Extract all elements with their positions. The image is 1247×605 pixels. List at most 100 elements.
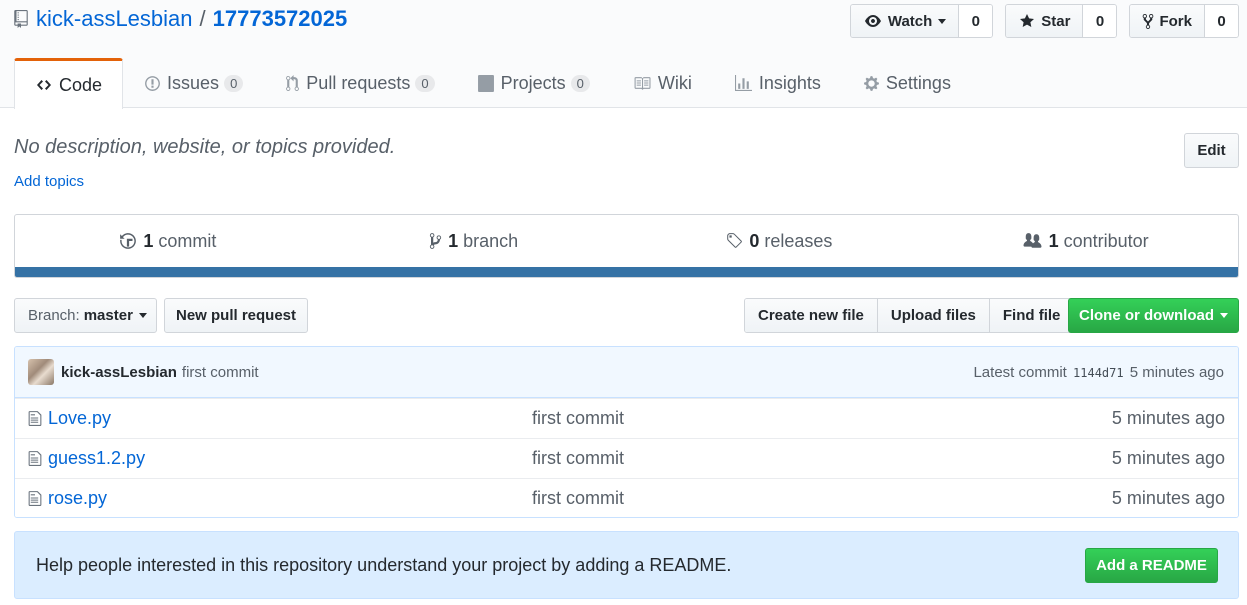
tab-settings[interactable]: Settings	[842, 58, 972, 108]
repo-actions: Watch 0 Star 0 Fork 0	[849, 4, 1239, 38]
clone-or-download-button[interactable]: Clone or download	[1068, 298, 1239, 333]
repo-name-link[interactable]: 17773572025	[213, 6, 348, 32]
book-icon	[634, 77, 651, 90]
watch-button-group: Watch 0	[849, 4, 994, 38]
project-icon	[477, 75, 494, 92]
file-row: guess1.2.py first commit 5 minutes ago	[15, 438, 1238, 478]
file-table: kick-assLesbian first commit Latest comm…	[14, 346, 1239, 518]
latest-commit-info: Latest commit 1144d71 5 minutes ago	[973, 364, 1224, 381]
pull-request-icon	[286, 75, 300, 91]
tab-label: Pull requests	[306, 73, 411, 93]
people-icon	[1023, 233, 1042, 248]
file-age: 5 minutes ago	[1111, 408, 1225, 428]
tab-label: Code	[59, 74, 103, 95]
code-icon	[37, 80, 51, 90]
branch-select-button[interactable]: Branch: master	[14, 298, 157, 333]
tab-label: Projects	[500, 73, 566, 93]
file-age: 5 minutes ago	[1111, 488, 1225, 508]
star-button-group: Star 0	[1005, 4, 1118, 38]
branch-icon	[429, 233, 442, 249]
star-count[interactable]: 0	[1082, 5, 1117, 37]
star-button[interactable]: Star	[1006, 5, 1083, 37]
branches-link[interactable]: 1 branch	[321, 215, 627, 267]
branch-select-name: master	[83, 307, 133, 324]
latest-commit-bar: kick-assLesbian first commit Latest comm…	[15, 347, 1238, 398]
repo-owner-link[interactable]: kick-assLesbian	[36, 6, 193, 32]
file-commit-message-link[interactable]: first commit	[532, 448, 624, 469]
issue-icon	[145, 76, 160, 91]
commit-sha-link[interactable]: 1144d71	[1073, 366, 1124, 380]
file-commit-message-link[interactable]: first commit	[532, 488, 624, 509]
watch-count[interactable]: 0	[958, 5, 993, 37]
history-icon	[120, 233, 137, 249]
new-pull-request-button[interactable]: New pull request	[164, 298, 308, 333]
chevron-down-icon	[138, 313, 147, 318]
eye-icon	[864, 15, 881, 27]
branch-select-label: Branch:	[28, 307, 80, 324]
file-name-link[interactable]: rose.py	[48, 488, 532, 509]
commits-count: 1	[143, 230, 154, 251]
repo-path-separator: /	[199, 6, 206, 31]
file-name-link[interactable]: guess1.2.py	[48, 448, 532, 469]
star-label: Star	[1041, 12, 1071, 30]
tab-wiki[interactable]: Wiki	[611, 58, 713, 108]
tab-pull-requests[interactable]: Pull requests 0	[264, 58, 455, 108]
readme-prompt-text: Help people interested in this repositor…	[36, 554, 732, 575]
create-new-file-button[interactable]: Create new file	[745, 299, 877, 332]
contributors-label: contributor	[1063, 230, 1149, 251]
add-topics-link[interactable]: Add topics	[14, 173, 84, 190]
file-age: 5 minutes ago	[1111, 448, 1225, 468]
releases-link[interactable]: 0 releases	[627, 215, 933, 267]
contributors-link[interactable]: 1 contributor	[932, 215, 1238, 267]
file-icon	[28, 410, 42, 427]
branches-count: 1	[448, 230, 459, 251]
tab-insights[interactable]: Insights	[713, 58, 842, 108]
projects-counter: 0	[570, 75, 590, 92]
file-commit-message-link[interactable]: first commit	[532, 408, 624, 429]
latest-commit-age: 5 minutes ago	[1129, 363, 1224, 381]
fork-count[interactable]: 0	[1204, 5, 1238, 37]
gear-icon	[863, 76, 879, 91]
fork-button[interactable]: Fork	[1130, 5, 1204, 37]
tab-issues[interactable]: Issues 0	[123, 58, 264, 108]
chevron-down-icon	[1220, 313, 1228, 318]
edit-button[interactable]: Edit	[1184, 133, 1239, 168]
graph-icon	[734, 75, 752, 91]
watch-button[interactable]: Watch	[850, 5, 959, 37]
latest-commit-prefix: Latest commit	[973, 363, 1067, 381]
tab-label: Settings	[885, 73, 951, 93]
issues-counter: 0	[224, 75, 244, 92]
tab-label: Wiki	[657, 73, 692, 93]
repo-description: No description, website, or topics provi…	[14, 136, 396, 158]
file-name-link[interactable]: Love.py	[48, 408, 532, 429]
tab-projects[interactable]: Projects 0	[456, 58, 611, 108]
tab-label: Issues	[167, 73, 220, 93]
fork-label: Fork	[1159, 12, 1192, 30]
contributors-count: 1	[1048, 230, 1059, 251]
releases-label: releases	[764, 230, 833, 251]
tag-icon	[727, 233, 743, 248]
commit-author-link[interactable]: kick-assLesbian	[61, 364, 177, 381]
repo-tabs: Code Issues 0 Pull requests 0 Projects 0…	[14, 58, 972, 109]
file-icon	[28, 450, 42, 467]
avatar[interactable]	[28, 359, 54, 385]
add-readme-button[interactable]: Add a README	[1085, 547, 1218, 583]
star-icon	[1020, 14, 1035, 27]
language-bar[interactable]	[15, 267, 1238, 277]
commit-message-link[interactable]: first commit	[182, 364, 259, 381]
clone-label: Clone or download	[1079, 307, 1214, 324]
fork-icon	[1143, 13, 1154, 29]
find-file-button[interactable]: Find file	[988, 299, 1074, 332]
watch-label: Watch	[887, 12, 933, 30]
pull-requests-counter: 0	[415, 75, 435, 92]
file-row: Love.py first commit 5 minutes ago	[15, 398, 1238, 438]
tab-label: Insights	[758, 73, 821, 93]
file-icon	[28, 490, 42, 507]
tab-code[interactable]: Code	[14, 58, 124, 109]
commits-link[interactable]: 1 commit	[15, 215, 321, 267]
numbers-summary: 1 commit 1 branch 0 releases 1 contribut…	[14, 214, 1239, 278]
upload-files-button[interactable]: Upload files	[876, 299, 989, 332]
file-actions-group: Create new file Upload files Find file	[744, 298, 1075, 333]
readme-prompt: Help people interested in this repositor…	[14, 531, 1239, 599]
repo-header: kick-assLesbian / 17773572025 Watch 0 St…	[0, 0, 1247, 109]
